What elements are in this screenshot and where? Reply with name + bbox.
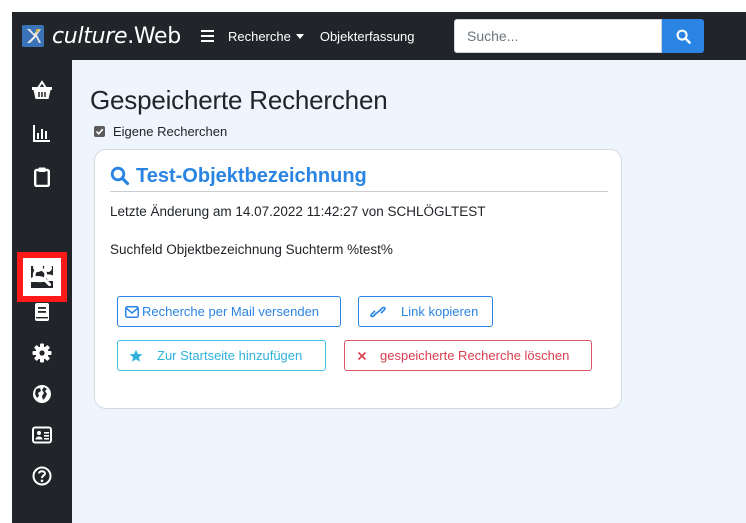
copy-link-label: Link kopieren (401, 304, 479, 319)
gear-icon (32, 343, 52, 363)
sidebar-item-clipboard[interactable] (12, 159, 72, 195)
own-searches-label: Eigene Recherchen (113, 124, 228, 139)
sidebar-item-book[interactable] (12, 294, 72, 330)
brand[interactable]: culture.Web (22, 24, 181, 49)
main-content: Gespeicherte Recherchen Eigene Recherche… (72, 60, 746, 523)
card-title-text: Test-Objektbezeichnung (136, 165, 367, 187)
sidebar-item-settings[interactable] (12, 335, 72, 371)
nav-recherche-dropdown[interactable]: Recherche (228, 29, 304, 44)
send-mail-label: Recherche per Mail versenden (142, 304, 320, 319)
hamburger-icon[interactable] (200, 30, 214, 42)
search-icon (110, 166, 130, 186)
send-mail-button[interactable]: Recherche per Mail versenden (117, 296, 341, 327)
question-icon (32, 466, 52, 486)
sidebar-item-statistics[interactable] (12, 115, 72, 151)
sidebar (12, 60, 72, 523)
logo-icon (22, 25, 44, 47)
book-icon (35, 303, 49, 321)
nav-recherche-label: Recherche (227, 28, 291, 44)
search-description: Suchfeld Objektbezeichnung Suchterm %tes… (110, 242, 393, 257)
card-title[interactable]: Test-Objektbezeichnung (110, 165, 608, 192)
sidebar-item-contacts[interactable] (12, 417, 72, 453)
chart-icon (33, 125, 50, 142)
add-startpage-button[interactable]: Zur Startseite hinzufügen (117, 340, 326, 371)
users-icon (29, 262, 56, 282)
search-input[interactable] (454, 19, 662, 53)
sidebar-item-users[interactable] (12, 254, 72, 290)
delete-search-label: gespeicherte Recherche löschen (380, 348, 570, 363)
sidebar-item-basket[interactable] (12, 72, 72, 108)
last-modified-text: Letzte Änderung am 14.07.2022 11:42:27 v… (110, 204, 486, 219)
link-icon (370, 305, 401, 319)
sidebar-item-help[interactable] (12, 458, 72, 494)
checkbox-checked-icon[interactable] (94, 126, 105, 137)
search-button[interactable] (662, 19, 704, 53)
top-navbar: culture.Web Recherche Objekterfassung (12, 12, 746, 60)
add-startpage-label: Zur Startseite hinzufügen (157, 348, 303, 363)
id-card-icon (32, 426, 52, 444)
own-searches-checkbox[interactable]: Eigene Recherchen (94, 124, 227, 139)
delete-search-button[interactable]: gespeicherte Recherche löschen (344, 340, 592, 371)
brand-name: culture.Web (52, 23, 181, 49)
globe-icon (33, 385, 51, 403)
search-group (454, 19, 704, 53)
saved-search-card: Test-Objektbezeichnung Letzte Änderung a… (94, 149, 622, 409)
close-icon (357, 351, 380, 361)
page-title: Gespeicherte Recherchen (90, 85, 388, 115)
envelope-icon (125, 305, 142, 318)
star-icon (129, 349, 157, 363)
nav-objekterfassung[interactable]: Objekterfassung (320, 29, 415, 44)
search-icon (676, 29, 691, 44)
caret-down-icon (295, 33, 304, 39)
clipboard-icon (34, 167, 50, 187)
basket-icon (32, 80, 52, 99)
sidebar-item-globe[interactable] (12, 376, 72, 412)
copy-link-button[interactable]: Link kopieren (358, 296, 493, 327)
